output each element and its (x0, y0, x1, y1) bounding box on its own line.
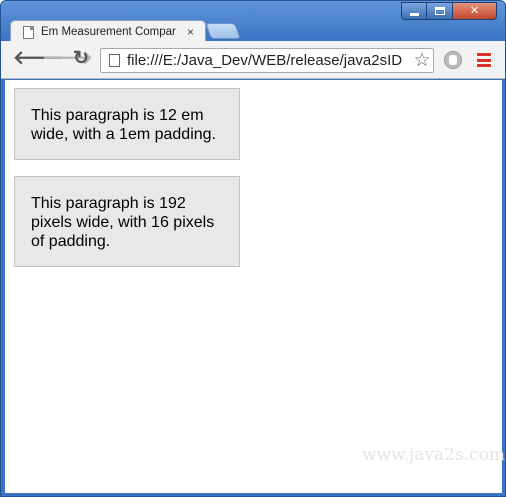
close-icon: ✕ (469, 4, 480, 17)
reload-icon[interactable]: ↻ (71, 49, 91, 69)
paragraph-em: This paragraph is 12 em wide, with a 1em… (14, 88, 240, 160)
browser-window: ✕ Em Measurement Compar × 🡐 🡒 ↻ file:///… (0, 0, 506, 497)
maximize-icon (434, 7, 445, 15)
minimize-button[interactable] (401, 2, 427, 20)
forward-arrow-icon[interactable]: 🡒 (42, 49, 93, 69)
menu-bar-line (477, 53, 491, 56)
maximize-button[interactable] (427, 2, 453, 20)
bookmark-star-icon[interactable]: ☆ (411, 49, 433, 72)
menu-bar-line (477, 58, 491, 62)
url-text[interactable]: file:///E:/Java_Dev/WEB/release/java2sID (127, 52, 411, 69)
menu-bar-line (477, 64, 491, 67)
page-content: This paragraph is 12 em wide, with a 1em… (5, 80, 506, 493)
menu-icon[interactable] (477, 53, 491, 67)
extension-icon[interactable] (444, 51, 462, 69)
tab-close-icon[interactable]: × (187, 25, 194, 39)
address-bar[interactable]: file:///E:/Java_Dev/WEB/release/java2sID… (100, 48, 434, 73)
page-icon (109, 54, 120, 67)
browser-toolbar: 🡐 🡒 ↻ file:///E:/Java_Dev/WEB/release/ja… (1, 41, 505, 79)
new-tab-button[interactable] (205, 23, 241, 39)
paragraph-pixels: This paragraph is 192 pixels wide, with … (14, 176, 240, 267)
page-favicon-icon (23, 25, 34, 39)
back-arrow-icon[interactable]: 🡐 (13, 49, 64, 69)
title-bar: ✕ Em Measurement Compar × (1, 1, 505, 43)
tab-title: Em Measurement Compar (41, 26, 176, 38)
minimize-icon (409, 12, 419, 16)
close-window-button[interactable]: ✕ (453, 2, 497, 20)
watermark-text: www.java2s.com (362, 445, 506, 465)
tab-em-measurement[interactable]: Em Measurement Compar × (10, 20, 206, 43)
window-controls: ✕ (401, 2, 497, 20)
